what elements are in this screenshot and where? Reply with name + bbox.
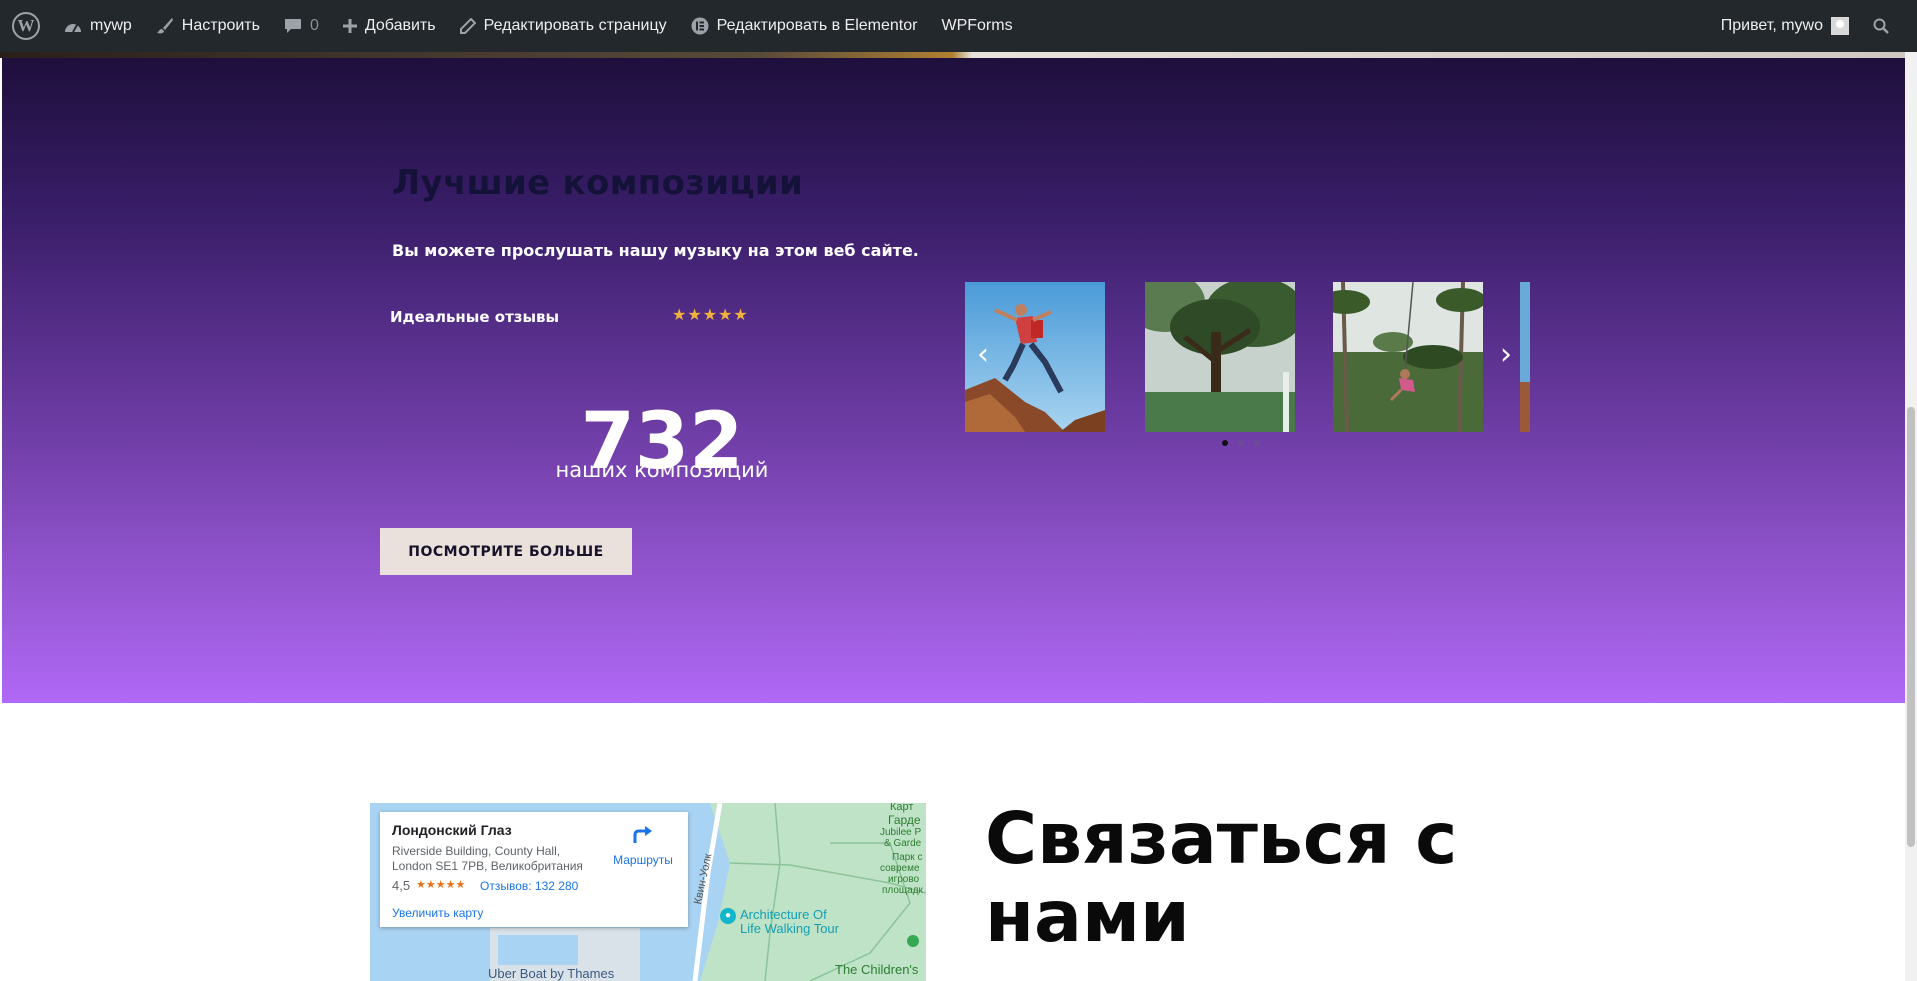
- see-more-button[interactable]: ПОСМОТРИТЕ БОЛЬШЕ: [380, 528, 632, 575]
- wordpress-logo-icon: W: [12, 12, 40, 40]
- place-name: Лондонский Глаз: [392, 822, 512, 838]
- map-label-garden: игрово: [888, 874, 920, 885]
- customize-menu[interactable]: Настроить: [144, 0, 272, 52]
- carousel-prev-arrow-icon[interactable]: ‹: [977, 340, 989, 370]
- map-label-attraction: Architecture Of: [740, 907, 827, 922]
- map-label-garden: площадк: [882, 885, 923, 896]
- directions-button[interactable]: Маршруты: [608, 824, 678, 867]
- wp-admin-bar: W mywp Настроить 0 Добавить Редактироват…: [0, 0, 1917, 52]
- map-label-garden: & Garde: [884, 838, 922, 849]
- section-subtitle: Вы можете прослушать нашу музыку на этом…: [392, 241, 919, 260]
- map-label-garden: совреме: [880, 863, 920, 874]
- place-address-line: Riverside Building, County Hall,: [392, 844, 561, 858]
- comment-icon: [284, 19, 301, 33]
- edit-page-label: Редактировать страницу: [483, 17, 667, 34]
- counter-label: наших композиций: [555, 458, 769, 482]
- dashboard-icon: [65, 24, 81, 33]
- carousel-dot[interactable]: [1222, 440, 1228, 446]
- site-name-menu[interactable]: mywp: [52, 0, 144, 52]
- place-address-line: London SE1 7PB, Великобритания: [392, 859, 583, 873]
- brush-icon: [156, 18, 173, 34]
- wordpress-menu[interactable]: W: [0, 0, 52, 52]
- edit-elementor-label: Редактировать в Elementor: [716, 17, 918, 34]
- carousel-dot[interactable]: [1238, 440, 1244, 446]
- admin-search[interactable]: [1861, 0, 1917, 52]
- directions-label: Маршруты: [613, 853, 673, 867]
- enlarge-map-link[interactable]: Увеличить карту: [392, 906, 483, 920]
- carousel-slide-partial[interactable]: [1520, 282, 1530, 432]
- account-menu[interactable]: Привет, mywo: [1709, 0, 1861, 52]
- rating-label: Идеальные отзывы: [390, 308, 560, 326]
- contact-title: Связаться с нами: [985, 797, 1458, 958]
- carousel-pagination: [1222, 440, 1260, 446]
- camera-marker-icon[interactable]: ●: [720, 908, 736, 924]
- wpforms-menu[interactable]: WPForms: [929, 0, 1024, 52]
- map-label-attraction: Life Walking Tour: [740, 921, 839, 936]
- map-label-garden: Карт: [890, 803, 914, 813]
- add-new-label: Добавить: [364, 17, 436, 34]
- place-rating: 4,5: [392, 878, 411, 893]
- scrollbar-thumb[interactable]: [1907, 407, 1915, 847]
- map-label-garden: Jubilee P: [880, 827, 922, 838]
- google-map[interactable]: Карт Гарде Jubilee P & Garde Парк с совр…: [370, 803, 926, 981]
- customize-label: Настроить: [181, 17, 260, 34]
- carousel-slide-tree-forest[interactable]: [1145, 282, 1295, 432]
- greeting-label: Привет, mywo: [1720, 17, 1823, 34]
- plus-icon: [342, 19, 357, 33]
- place-info-card: Лондонский Глаз Riverside Building, Coun…: [380, 812, 688, 927]
- edit-page-menu[interactable]: Редактировать страницу: [448, 0, 679, 52]
- carousel-next-arrow-icon[interactable]: ›: [1500, 340, 1512, 370]
- site-name-label: mywp: [90, 17, 132, 34]
- carousel-dot[interactable]: [1254, 440, 1260, 446]
- map-label-garden: Гарде: [888, 813, 921, 827]
- pencil-icon: [459, 18, 476, 34]
- search-icon: [1873, 18, 1889, 34]
- star-rating: ★★★★★: [672, 307, 749, 324]
- elementor-icon: [691, 17, 709, 35]
- page-scrollbar[interactable]: [1905, 52, 1917, 981]
- map-label-garden: Парк с: [892, 852, 923, 863]
- edit-elementor-menu[interactable]: Редактировать в Elementor: [679, 0, 930, 52]
- carousel-slide-woman-swing[interactable]: [1333, 282, 1483, 432]
- reviews-link[interactable]: Отзывов: 132 280: [480, 879, 578, 893]
- map-label-uber-boat: Uber Boat by Thames: [488, 966, 615, 981]
- place-stars: ★★★★★: [416, 879, 466, 891]
- map-label-children: The Children's: [835, 962, 919, 977]
- directions-icon: [633, 826, 652, 843]
- music-section: Лучшие композиции Вы можете прослушать н…: [2, 58, 1905, 703]
- image-carousel[interactable]: [965, 282, 1530, 432]
- add-new-menu[interactable]: Добавить: [331, 0, 448, 52]
- wpforms-label: WPForms: [941, 17, 1013, 34]
- comments-count: 0: [309, 17, 319, 34]
- avatar-icon: [1831, 17, 1849, 35]
- comments-menu[interactable]: 0: [272, 0, 331, 52]
- section-title: Лучшие композиции: [392, 163, 804, 203]
